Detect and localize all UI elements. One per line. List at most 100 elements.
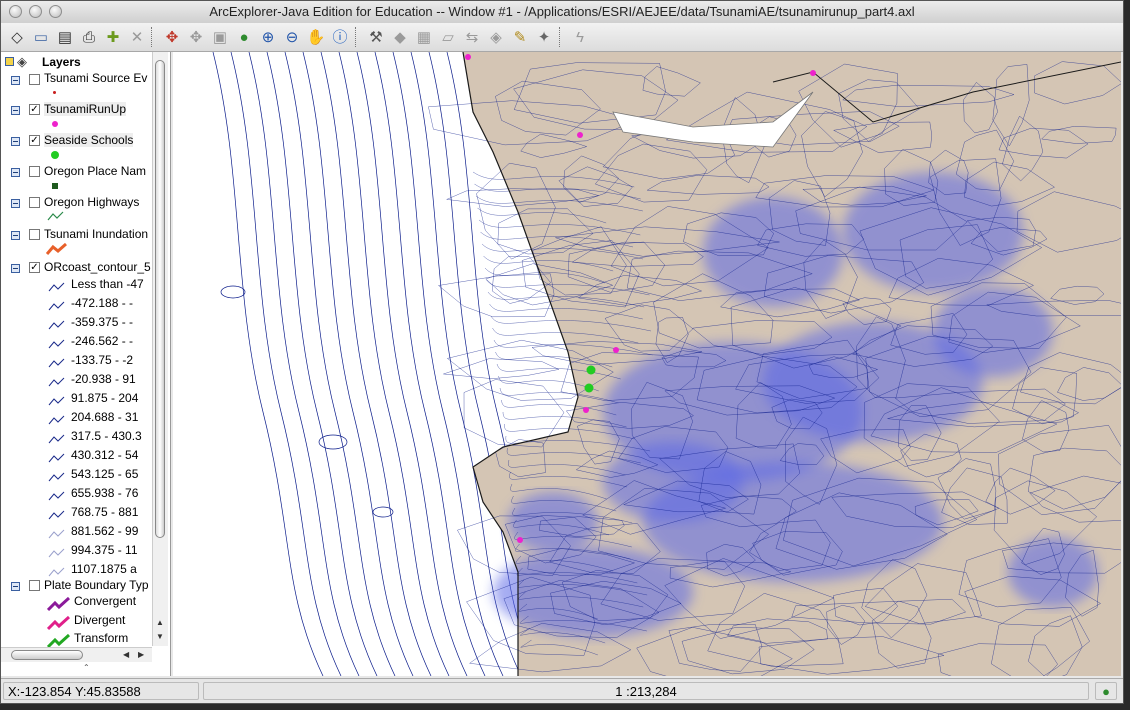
select-button[interactable]: ▦	[413, 26, 435, 48]
tsunami-runup-point[interactable]	[810, 70, 816, 76]
convergent-line-icon	[47, 596, 71, 612]
hotlink-icon: ✎	[513, 28, 527, 46]
map-tips-button[interactable]: ✦	[533, 26, 555, 48]
contour-line-icon	[48, 548, 65, 558]
zoom-full-extent-button[interactable]: ✥	[161, 26, 183, 48]
hotlink-button[interactable]: ✎	[509, 26, 531, 48]
scroll-down-icon[interactable]: ▼	[156, 632, 164, 641]
status-globe-button[interactable]: ●	[1095, 682, 1117, 700]
tsunami-runup-point[interactable]	[613, 347, 619, 353]
map-tips-icon: ✦	[537, 28, 551, 46]
green-line-icon	[47, 211, 64, 221]
layer-label-tsunami-runup[interactable]: TsunamiRunUp	[44, 102, 127, 116]
lightning-button[interactable]: ϟ	[569, 26, 591, 48]
layer-checkbox-seaside-schools[interactable]: ✓	[29, 135, 40, 146]
layer-label-orcoast-contour[interactable]: ORcoast_contour_5	[44, 260, 151, 274]
layer-checkbox-tsunami-inundation[interactable]	[29, 229, 40, 240]
layer-toggle-tsunami-inundation[interactable]	[11, 231, 20, 240]
layer-toggle-plate-boundary[interactable]	[11, 582, 20, 591]
measure-button[interactable]: ⇆	[461, 26, 483, 48]
layer-label-tsunami-source[interactable]: Tsunami Source Ev	[44, 71, 147, 85]
window-title: ArcExplorer-Java Edition for Education -…	[209, 4, 915, 19]
layers-vertical-scrollbar[interactable]: ▲ ▼	[152, 52, 168, 646]
seaside-school-point[interactable]	[584, 383, 594, 393]
ocean-contour	[338, 52, 450, 676]
map-canvas[interactable]	[173, 52, 1121, 676]
layers-horizontal-scrollbar[interactable]: ◀ ▶	[1, 647, 152, 662]
globe-icon: ●	[239, 28, 249, 46]
layer-checkbox-oregon-place-names[interactable]	[29, 166, 40, 177]
contour-class-label: 91.875 - 204	[71, 391, 139, 405]
layer-label-oregon-place-names[interactable]: Oregon Place Nam	[44, 164, 146, 178]
open-button[interactable]: ▭	[30, 26, 52, 48]
contour-line-icon	[48, 396, 65, 406]
orange-line-icon	[46, 242, 67, 255]
layer-toggle-seaside-schools[interactable]	[11, 137, 20, 146]
layer-label-seaside-schools[interactable]: Seaside Schools	[44, 133, 134, 147]
save-icon: ▤	[57, 28, 73, 46]
zoom-layer-button[interactable]: ▣	[209, 26, 231, 48]
vertical-scroll-thumb[interactable]	[155, 60, 165, 538]
contour-class-label: 204.688 - 31	[71, 410, 139, 424]
collapse-icon[interactable]	[5, 57, 14, 66]
zoom-previous-button[interactable]: ✥	[185, 26, 207, 48]
seaside-school-point[interactable]	[586, 365, 596, 375]
tsunami-runup-point[interactable]	[577, 132, 583, 138]
save-button[interactable]: ▤	[54, 26, 76, 48]
ocean-contour	[302, 52, 414, 676]
identify-button[interactable]: ⓘ	[329, 26, 351, 48]
resize-grip-icon[interactable]: ⌃	[83, 663, 90, 672]
lightning-icon: ϟ	[576, 28, 584, 46]
print-icon: ⎙	[82, 28, 95, 46]
divergent-line-icon	[47, 615, 71, 631]
buffer-button[interactable]: ◈	[485, 26, 507, 48]
layer-toggle-tsunami-source[interactable]	[11, 76, 20, 85]
remove-layer-icon: ✕	[130, 28, 144, 46]
layers-panel: ◈ Layers Tsunami Source Ev ✓ TsunamiRunU…	[1, 52, 171, 676]
query-button[interactable]: ◆	[389, 26, 411, 48]
layer-label-tsunami-inundation[interactable]: Tsunami Inundation	[44, 227, 148, 241]
zoom-out-button[interactable]: ⊖	[281, 26, 303, 48]
ocean-contour	[284, 52, 396, 676]
contour-class-label: 768.75 - 881	[71, 505, 139, 519]
add-layer-icon: ✚	[106, 28, 120, 46]
print-button[interactable]: ⎙	[78, 26, 100, 48]
layer-checkbox-plate-boundary[interactable]	[29, 580, 40, 591]
layer-toggle-orcoast-contour[interactable]	[11, 264, 20, 273]
layer-checkbox-orcoast-contour[interactable]: ✓	[29, 262, 40, 273]
globe-button[interactable]: ●	[233, 26, 255, 48]
tsunami-runup-point[interactable]	[583, 407, 589, 413]
layer-checkbox-tsunami-source[interactable]	[29, 74, 40, 85]
contour-class-label: -472.188 - -	[71, 296, 134, 310]
plate-class-divergent: Divergent	[74, 613, 126, 627]
find-button[interactable]: ⚒	[365, 26, 387, 48]
horizontal-scroll-thumb[interactable]	[11, 650, 83, 660]
tsunami-runup-point[interactable]	[465, 54, 471, 60]
contour-line-icon	[48, 301, 65, 311]
add-layer-button[interactable]: ✚	[102, 26, 124, 48]
new-map-button[interactable]: ◇	[6, 26, 28, 48]
remove-layer-button[interactable]: ✕	[126, 26, 148, 48]
open-icon: ▭	[33, 28, 49, 46]
clear-selection-button[interactable]: ▱	[437, 26, 459, 48]
layer-label-oregon-highways[interactable]: Oregon Highways	[44, 195, 139, 209]
layer-checkbox-tsunami-runup[interactable]: ✓	[29, 104, 40, 115]
coordinate-readout: X:-123.854 Y:45.83588	[3, 682, 199, 700]
ocean-contour	[230, 52, 342, 676]
layer-label-plate-boundary[interactable]: Plate Boundary Typ	[44, 578, 149, 592]
layer-checkbox-oregon-highways[interactable]	[29, 197, 40, 208]
contour-class-label: -246.562 - -	[71, 334, 134, 348]
contour-line-icon	[48, 529, 65, 539]
layer-toggle-oregon-place-names[interactable]	[11, 168, 20, 177]
layer-toggle-tsunami-runup[interactable]	[11, 106, 20, 115]
zoom-in-button[interactable]: ⊕	[257, 26, 279, 48]
scroll-left-icon[interactable]: ◀	[123, 650, 129, 659]
layer-toggle-oregon-highways[interactable]	[11, 199, 20, 208]
scroll-up-icon[interactable]: ▲	[156, 618, 164, 627]
pan-button[interactable]: ✋	[305, 26, 327, 48]
ocean-contour-loop	[318, 434, 348, 450]
scroll-right-icon[interactable]: ▶	[138, 650, 144, 659]
contour-class-label: -359.375 - -	[71, 315, 134, 329]
tsunami-runup-point[interactable]	[517, 537, 523, 543]
map-view[interactable]	[173, 52, 1121, 676]
